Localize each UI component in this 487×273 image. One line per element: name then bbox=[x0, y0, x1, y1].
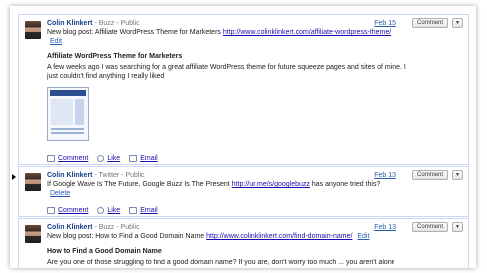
email-action-label: Email bbox=[140, 207, 158, 214]
link-thumbnail[interactable] bbox=[47, 87, 89, 141]
buzz-post: Feb 13 Comment ▼ Colin Klinkert - Twitte… bbox=[18, 166, 469, 217]
post-text-body: New blog post: Affiliate WordPress Theme… bbox=[47, 29, 221, 36]
post-text: New blog post: How to Find a Good Domain… bbox=[47, 232, 394, 241]
post-text: If Google Wave Is The Future, Google Buz… bbox=[47, 180, 394, 198]
like-icon bbox=[97, 207, 105, 214]
comment-icon bbox=[47, 155, 55, 162]
avatar[interactable] bbox=[25, 173, 41, 191]
link-description: A few weeks ago I was searching for a gr… bbox=[47, 64, 406, 80]
post-header: Colin Klinkert - Buzz - Public bbox=[47, 223, 394, 232]
link-description: Are you one of those struggling to find … bbox=[47, 259, 394, 266]
post-text: New blog post: Affiliate WordPress Theme… bbox=[47, 28, 394, 46]
post-source: - Buzz - Public bbox=[94, 20, 140, 27]
author-name[interactable]: Colin Klinkert bbox=[47, 172, 93, 179]
like-action-label: Like bbox=[107, 207, 121, 214]
post-source: - Twitter - Public bbox=[94, 172, 145, 179]
post-content: Colin Klinkert - Buzz - Public New blog … bbox=[47, 19, 406, 141]
like-action[interactable]: Like bbox=[97, 155, 120, 162]
email-icon bbox=[129, 207, 138, 214]
comment-action[interactable]: Comment bbox=[47, 155, 88, 162]
email-action[interactable]: Email bbox=[129, 207, 158, 214]
like-action-label: Like bbox=[107, 155, 121, 162]
like-icon bbox=[97, 155, 105, 162]
avatar[interactable] bbox=[25, 21, 41, 39]
avatar[interactable] bbox=[25, 225, 41, 243]
selected-post-indicator bbox=[12, 174, 16, 180]
email-icon bbox=[129, 155, 138, 162]
link-title[interactable]: How to Find a Good Domain Name bbox=[47, 247, 394, 256]
comment-icon bbox=[47, 207, 55, 214]
post-options-dropdown[interactable]: ▼ bbox=[452, 170, 463, 180]
comment-button[interactable]: Comment bbox=[412, 170, 449, 180]
author-name[interactable]: Colin Klinkert bbox=[47, 224, 93, 231]
email-action[interactable]: Email bbox=[129, 155, 158, 162]
post-source: - Buzz - Public bbox=[94, 224, 140, 231]
post-actions: Comment Like Email bbox=[47, 207, 468, 214]
post-options-dropdown[interactable]: ▼ bbox=[452, 18, 463, 28]
link-title[interactable]: Affiliate WordPress Theme for Marketers bbox=[47, 52, 394, 61]
post-link[interactable]: http://ur.me/s/googlebuzz bbox=[232, 181, 310, 188]
buzz-post: Feb 13 Comment ▼ Colin Klinkert - Buzz -… bbox=[18, 218, 469, 268]
post-options-dropdown[interactable]: ▼ bbox=[452, 222, 463, 232]
post-text-body: New blog post: How to Find a Good Domain… bbox=[47, 233, 205, 240]
author-name[interactable]: Colin Klinkert bbox=[47, 20, 93, 27]
post-header: Colin Klinkert - Twitter - Public bbox=[47, 171, 394, 180]
delete-link[interactable]: Delete bbox=[50, 190, 70, 197]
email-action-label: Email bbox=[140, 155, 158, 162]
comment-button[interactable]: Comment bbox=[412, 222, 449, 232]
edit-link[interactable]: Edit bbox=[50, 38, 62, 45]
like-action[interactable]: Like bbox=[97, 207, 120, 214]
comment-action-label: Comment bbox=[58, 207, 89, 214]
post-header: Colin Klinkert - Buzz - Public bbox=[47, 19, 394, 28]
comment-button[interactable]: Comment bbox=[412, 18, 449, 28]
comment-action-label: Comment bbox=[58, 155, 89, 162]
post-actions: Comment Like Email bbox=[47, 155, 468, 162]
post-text-body: If Google Wave Is The Future, Google Buz… bbox=[47, 181, 230, 188]
post-content: Colin Klinkert - Twitter - Public If Goo… bbox=[47, 171, 394, 198]
post-text-tail: has anyone tried this? bbox=[311, 181, 381, 188]
buzz-post: Feb 15 Comment ▼ Colin Klinkert - Buzz -… bbox=[18, 14, 469, 165]
edit-link[interactable]: Edit bbox=[357, 233, 369, 240]
post-link[interactable]: http://www.colinklinkert.com/find-domain… bbox=[206, 233, 352, 240]
comment-action[interactable]: Comment bbox=[47, 207, 88, 214]
post-link[interactable]: http://www.colinklinkert.com/affiliate-w… bbox=[223, 29, 391, 36]
buzz-stream: Feb 15 Comment ▼ Colin Klinkert - Buzz -… bbox=[10, 6, 476, 268]
post-content: Colin Klinkert - Buzz - Public New blog … bbox=[47, 223, 394, 256]
